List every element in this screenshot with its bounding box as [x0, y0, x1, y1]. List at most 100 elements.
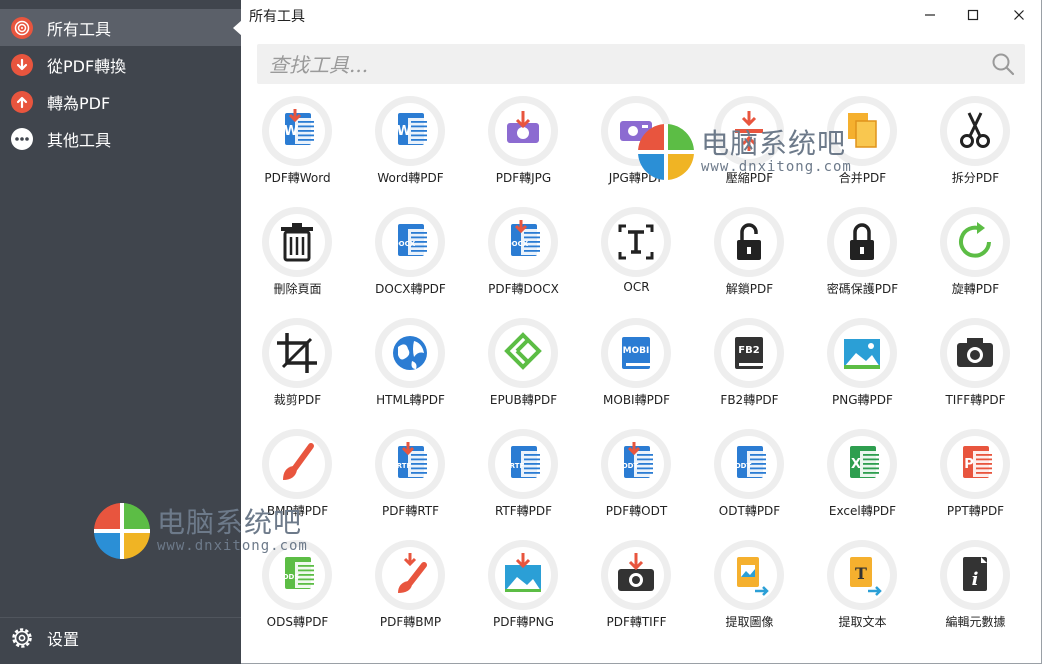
- sidebar-item-convert-to-pdf[interactable]: 轉為PDF: [0, 83, 241, 120]
- tool-label: PDF轉JPG: [495, 171, 552, 185]
- svg-text:RTF: RTF: [397, 462, 412, 470]
- tool-label: 刪除頁面: [273, 282, 322, 296]
- tool-icon-circle: [262, 207, 332, 277]
- tool-icon-circle: ODS: [262, 540, 332, 610]
- tool-icon-circle: FB2: [714, 318, 784, 388]
- svg-text:DOCX: DOCX: [393, 240, 416, 248]
- sidebar-item-all-tools[interactable]: 所有工具: [0, 9, 242, 46]
- tool-item[interactable]: 密碼保護PDF: [806, 207, 919, 312]
- gear-icon: [11, 627, 33, 649]
- tool-item[interactable]: 旋轉PDF: [919, 207, 1032, 312]
- tool-item[interactable]: MOBI MOBI轉PDF: [580, 318, 693, 423]
- tool-item[interactable]: X Excel轉PDF: [806, 429, 919, 534]
- convert-from-pdf-icon: [11, 53, 33, 76]
- tool-item[interactable]: OCR: [580, 207, 693, 312]
- tool-icon-circle: [601, 540, 671, 610]
- tool-label: 編輯元數據: [945, 615, 1006, 629]
- svg-text:i: i: [972, 569, 979, 590]
- tool-icon-circle: [827, 318, 897, 388]
- tool-item[interactable]: RTF RTF轉PDF: [467, 429, 580, 534]
- tool-label: BMP轉PDF: [266, 504, 329, 518]
- search-icon[interactable]: [991, 52, 1015, 80]
- mobi-icon: MOBI: [608, 325, 664, 381]
- tool-icon-circle: MOBI: [601, 318, 671, 388]
- tool-item[interactable]: ODT ODT轉PDF: [693, 429, 806, 534]
- excel-icon: X: [834, 436, 890, 492]
- svg-text:ODS: ODS: [283, 573, 300, 581]
- tool-label: DOCX轉PDF: [375, 282, 446, 296]
- tool-item[interactable]: 裁剪PDF: [241, 318, 354, 423]
- tool-item[interactable]: BMP轉PDF: [241, 429, 354, 534]
- maximize-button[interactable]: [950, 0, 996, 30]
- tool-item[interactable]: JPG轉PDF: [580, 96, 693, 201]
- globe-icon: [382, 325, 438, 381]
- svg-text:P: P: [964, 457, 974, 472]
- pdf-to-docx-icon: DOCX: [495, 214, 551, 270]
- tool-item[interactable]: PDF轉TIFF: [580, 540, 693, 645]
- camera-icon: [947, 325, 1003, 381]
- word-to-pdf-icon: W: [382, 103, 438, 159]
- tool-label: 提取文本: [838, 615, 887, 629]
- sidebar-item-convert-from-pdf[interactable]: 從PDF轉換: [0, 46, 241, 83]
- tool-icon-circle: T: [827, 540, 897, 610]
- maximize-icon: [967, 9, 979, 21]
- tool-label: FB2轉PDF: [720, 393, 779, 407]
- tool-item[interactable]: EPUB轉PDF: [467, 318, 580, 423]
- unlock-icon: [721, 214, 777, 270]
- tool-item[interactable]: W Word轉PDF: [354, 96, 467, 201]
- sidebar-item-label: 轉為PDF: [47, 93, 111, 113]
- tool-item[interactable]: RTF PDF轉RTF: [354, 429, 467, 534]
- tool-item[interactable]: 解鎖PDF: [693, 207, 806, 312]
- tool-item[interactable]: TIFF轉PDF: [919, 318, 1032, 423]
- pdf-to-rtf-icon: RTF: [382, 436, 438, 492]
- tool-icon-circle: [827, 96, 897, 166]
- tool-item[interactable]: ODT PDF轉ODT: [580, 429, 693, 534]
- settings-button[interactable]: 设置: [0, 617, 241, 657]
- paint-brush-icon: [269, 436, 325, 492]
- pdf-to-png-icon: [495, 547, 551, 603]
- rotate-icon: [947, 214, 1003, 270]
- tool-item[interactable]: PDF轉PNG: [467, 540, 580, 645]
- svg-text:X: X: [851, 457, 861, 472]
- extract-text-icon: T: [834, 547, 890, 603]
- tool-item[interactable]: W PDF轉Word: [241, 96, 354, 201]
- sidebar-item-more-tools[interactable]: 其他工具: [0, 120, 241, 157]
- tool-label: JPG轉PDF: [608, 171, 665, 185]
- tool-item[interactable]: DOCX DOCX轉PDF: [354, 207, 467, 312]
- tool-item[interactable]: PNG轉PDF: [806, 318, 919, 423]
- tool-item[interactable]: FB2 FB2轉PDF: [693, 318, 806, 423]
- close-button[interactable]: [996, 0, 1042, 30]
- tool-label: 提取圖像: [725, 615, 774, 629]
- tool-icon-circle: [488, 540, 558, 610]
- minimize-button[interactable]: [907, 0, 953, 30]
- tool-item[interactable]: 拆分PDF: [919, 96, 1032, 201]
- pdf-to-jpg-icon: [495, 103, 551, 159]
- extract-image-icon: [721, 547, 777, 603]
- tool-item[interactable]: 刪除頁面: [241, 207, 354, 312]
- tool-item[interactable]: 壓縮PDF: [693, 96, 806, 201]
- tool-item[interactable]: HTML轉PDF: [354, 318, 467, 423]
- jpg-to-pdf-icon: [608, 103, 664, 159]
- tool-item[interactable]: T 提取文本: [806, 540, 919, 645]
- tool-item[interactable]: 合并PDF: [806, 96, 919, 201]
- pdf-to-word-icon: W: [269, 103, 325, 159]
- svg-text:W: W: [397, 124, 411, 139]
- tool-label: Excel轉PDF: [828, 504, 897, 518]
- tool-item[interactable]: 提取圖像: [693, 540, 806, 645]
- tool-item[interactable]: P PPT轉PDF: [919, 429, 1032, 534]
- powerpoint-icon: P: [947, 436, 1003, 492]
- search-input[interactable]: [267, 49, 971, 81]
- tool-icon-circle: ODT: [714, 429, 784, 499]
- tool-icon-circle: [488, 318, 558, 388]
- tool-label: PDF轉ODT: [605, 504, 668, 518]
- tool-item[interactable]: ODS ODS轉PDF: [241, 540, 354, 645]
- ocr-icon: [608, 214, 664, 270]
- tool-icon-circle: RTF: [375, 429, 445, 499]
- merge-pdf-icon: [834, 103, 890, 159]
- tool-item[interactable]: i 編輯元數據: [919, 540, 1032, 645]
- tool-item[interactable]: PDF轉BMP: [354, 540, 467, 645]
- tool-item[interactable]: DOCX PDF轉DOCX: [467, 207, 580, 312]
- tool-icon-circle: [940, 318, 1010, 388]
- tool-item[interactable]: PDF轉JPG: [467, 96, 580, 201]
- close-icon: [1013, 9, 1025, 21]
